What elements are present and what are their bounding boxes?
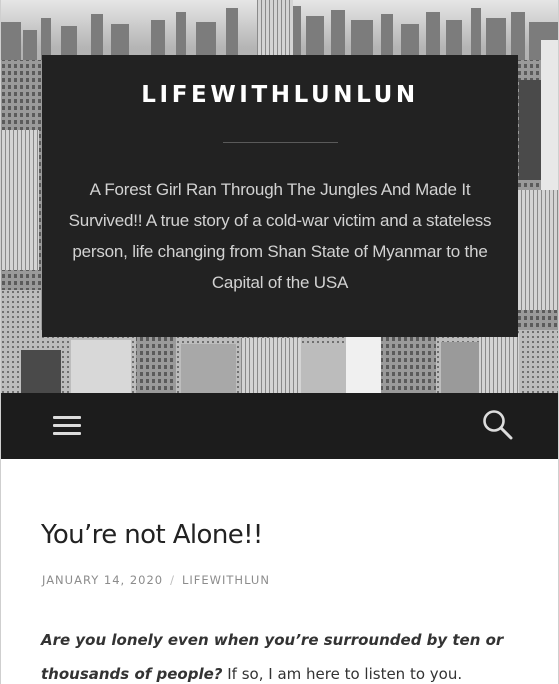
navigation-bar — [1, 393, 558, 459]
post-body-emphasis-1: Are you lonely even when you’re surround… — [41, 631, 504, 649]
title-divider — [223, 142, 338, 143]
post-content: You’re not Alone!! JANUARY 14, 2020 / LIFE… — [1, 459, 558, 684]
site-tagline: A Forest Girl Ran Through The Jungles An… — [68, 180, 492, 292]
site-branding-box: LIFEWITHLUNLUN A Forest Girl Ran Through… — [42, 55, 518, 337]
hamburger-menu-icon[interactable] — [51, 413, 83, 439]
post-title[interactable]: You’re not Alone!! — [41, 520, 263, 550]
post-body-emphasis-2: thousands of people? — [41, 665, 223, 683]
site-header: LIFEWITHLUNLUN A Forest Girl Ran Through… — [1, 0, 558, 393]
meta-separator: / — [170, 573, 175, 587]
post-meta: JANUARY 14, 2020 / LIFEWITHLUN — [42, 573, 270, 587]
post-author[interactable]: LIFEWITHLUN — [182, 573, 270, 587]
search-icon[interactable] — [479, 406, 517, 444]
post-body: Are you lonely even when you’re surround… — [41, 623, 541, 684]
post-date[interactable]: JANUARY 14, 2020 — [42, 573, 163, 587]
site-title[interactable]: LIFEWITHLUNLUN — [42, 82, 518, 108]
post-body-text: If so, I am here to listen to you. — [222, 665, 463, 683]
page: LIFEWITHLUNLUN A Forest Girl Ran Through… — [0, 0, 559, 684]
